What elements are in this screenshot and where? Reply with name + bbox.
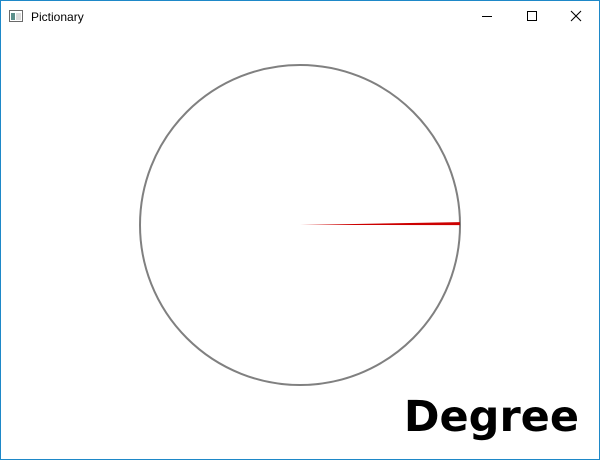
- app-window: Pictionary Degree: [0, 0, 600, 460]
- window-title: Pictionary: [31, 10, 84, 24]
- close-button[interactable]: [553, 1, 599, 31]
- maximize-icon: [527, 11, 537, 21]
- dial-hand[interactable]: [300, 222, 461, 226]
- minimize-icon: [482, 16, 492, 17]
- minimize-button[interactable]: [464, 1, 510, 31]
- title-bar[interactable]: Pictionary: [1, 1, 599, 32]
- maximize-button[interactable]: [509, 1, 555, 31]
- app-window-icon: [9, 9, 23, 23]
- mode-label: Degree: [403, 392, 579, 442]
- canvas-area[interactable]: Degree: [1, 32, 599, 459]
- close-icon: [570, 10, 582, 22]
